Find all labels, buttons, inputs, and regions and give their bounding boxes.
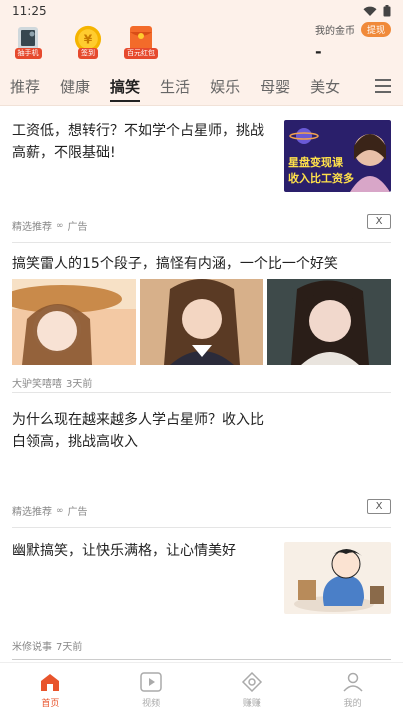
nav-home-label: 首页 bbox=[41, 699, 60, 709]
ad-label: 广告 bbox=[67, 222, 88, 233]
tab-health[interactable]: 健康 bbox=[60, 76, 90, 97]
svg-text:星盘变现课: 星盘变现课 bbox=[288, 155, 344, 169]
nav-earn[interactable]: 赚赚 bbox=[202, 663, 303, 718]
profile-icon bbox=[343, 672, 363, 692]
home-icon bbox=[41, 674, 60, 691]
feed-item-gallery[interactable]: 搞笑雷人的15个段子，搞怪有内涵，一个比一个好笑 大驴笑嘻嘻 3天前 bbox=[12, 243, 392, 393]
nav-home[interactable]: 首页 bbox=[0, 663, 101, 718]
feed-item-title: 幽默搞笑，让快乐满格，让心情美好 bbox=[12, 543, 236, 559]
feed-item-source: 大驴笑嘻嘻 bbox=[12, 379, 62, 390]
close-ad-button[interactable]: X bbox=[367, 214, 391, 229]
close-ad-button[interactable]: X bbox=[367, 499, 391, 514]
feed-item-meta: 精选推荐 ∞ 广告 bbox=[12, 218, 88, 234]
header-item-checkin-label: 签到 bbox=[78, 48, 98, 59]
status-time: 11:25 bbox=[12, 4, 47, 18]
nav-earn-label: 赚赚 bbox=[242, 699, 261, 709]
bottom-nav: 首页 视频 赚赚 我的 bbox=[0, 662, 403, 718]
status-bar: 11:25 bbox=[0, 0, 403, 22]
feed-item-title: 搞笑雷人的15个段子，搞怪有内涵，一个比一个好笑 bbox=[12, 256, 338, 272]
ad-link-icon: ∞ bbox=[56, 220, 64, 231]
cartoon-thumbnail bbox=[284, 542, 391, 614]
image-row bbox=[12, 279, 392, 365]
header-item-phone[interactable]: 抽手机 bbox=[14, 24, 42, 59]
coins-label: 我的金币 bbox=[314, 26, 355, 37]
feed-item-ad[interactable]: 工资低，想转行？不如学个占星师，挑战高薪，不限基础! 星盘变现课 收入比工资多 … bbox=[12, 106, 391, 243]
category-tabs: 推荐 健康 搞笑 生活 娱乐 母婴 美女 bbox=[0, 68, 403, 106]
coins-value: - bbox=[314, 42, 322, 61]
wifi-icon bbox=[363, 6, 377, 16]
header-item-phone-label: 抽手机 bbox=[14, 48, 42, 59]
tab-parenting[interactable]: 母婴 bbox=[260, 76, 290, 97]
ad-link-icon: ∞ bbox=[56, 505, 64, 516]
tab-entertainment[interactable]: 娱乐 bbox=[210, 76, 240, 97]
feed-item-meta: 米修说事 7天前 bbox=[12, 638, 82, 653]
feed-item-source: 精选推荐 bbox=[12, 222, 52, 233]
header-item-redpacket[interactable]: 百元红包 bbox=[124, 24, 158, 59]
header-item-redpacket-label: 百元红包 bbox=[124, 48, 158, 59]
tab-recommend[interactable]: 推荐 bbox=[10, 76, 40, 97]
tab-beauty[interactable]: 美女 bbox=[310, 76, 340, 97]
ad-label: 广告 bbox=[67, 507, 88, 518]
feed-item-single[interactable]: 幽默搞笑，让快乐满格，让心情美好 米修说事 7天前 bbox=[12, 528, 391, 660]
feed-item-time: 3天前 bbox=[66, 379, 93, 390]
earn-icon bbox=[241, 672, 262, 692]
feed-item-source: 精选推荐 bbox=[12, 507, 52, 518]
header: 抽手机 ¥ 签到 百元红包 我的金币 提现 - bbox=[0, 22, 403, 68]
tab-funny[interactable]: 搞笑 bbox=[110, 76, 141, 102]
feed-item-ad-text[interactable]: 为什么现在越来越多人学占星师？收入比白领高，挑战高收入 精选推荐 ∞ 广告 X bbox=[12, 393, 391, 528]
svg-text:收入比工资多: 收入比工资多 bbox=[288, 171, 354, 185]
feed-item-meta: 大驴笑嘻嘻 3天前 bbox=[12, 375, 92, 390]
coins-panel: 我的金币 提现 - bbox=[314, 22, 391, 61]
nav-video-label: 视频 bbox=[142, 699, 161, 709]
menu-icon[interactable] bbox=[375, 79, 391, 93]
tab-life[interactable]: 生活 bbox=[160, 76, 190, 97]
photo-3 bbox=[267, 279, 392, 365]
withdraw-button[interactable]: 提现 bbox=[360, 22, 391, 37]
feed-item-meta: 精选推荐 ∞ 广告 bbox=[12, 503, 88, 519]
feed-item-title: 为什么现在越来越多人学占星师？收入比白领高，挑战高收入 bbox=[12, 412, 264, 450]
nav-profile-label: 我的 bbox=[343, 699, 362, 709]
feed-item-source: 米修说事 bbox=[12, 642, 52, 653]
photo-2 bbox=[139, 279, 264, 365]
header-item-checkin[interactable]: ¥ 签到 bbox=[74, 24, 102, 59]
nav-profile[interactable]: 我的 bbox=[302, 663, 403, 718]
battery-icon bbox=[383, 5, 391, 17]
astrology-ad-thumbnail: 星盘变现课 收入比工资多 bbox=[284, 120, 391, 192]
feed-item-title: 工资低，想转行？不如学个占星师，挑战高薪，不限基础! bbox=[12, 123, 264, 161]
nav-video[interactable]: 视频 bbox=[101, 663, 202, 718]
status-icons bbox=[363, 5, 391, 17]
yen-glyph: ¥ bbox=[84, 33, 93, 47]
feed-item-time: 7天前 bbox=[56, 642, 83, 653]
news-feed: 工资低，想转行？不如学个占星师，挑战高薪，不限基础! 星盘变现课 收入比工资多 … bbox=[0, 106, 403, 660]
video-icon bbox=[140, 672, 162, 692]
photo-1 bbox=[12, 279, 136, 365]
